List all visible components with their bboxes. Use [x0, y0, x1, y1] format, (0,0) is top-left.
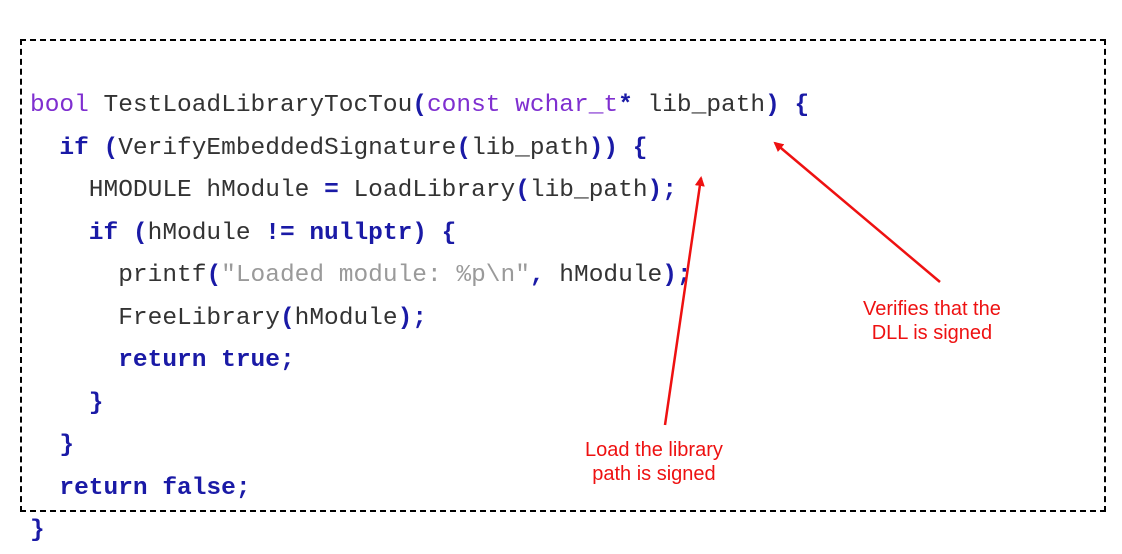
code-token: hModule [544, 262, 663, 289]
code-token: ( [515, 177, 530, 204]
code-token: )) [588, 134, 619, 162]
code-token: LoadLibrary [338, 177, 516, 204]
code-token: lib_path [471, 134, 589, 162]
code-token: printf [30, 262, 207, 289]
code-token: lib_path [529, 177, 648, 204]
annotation-load: Load the library path is signed [585, 438, 723, 486]
code-token: ; [279, 347, 295, 374]
annotation-verify: Verifies that the DLL is signed [863, 297, 1001, 345]
code-token: ( [88, 134, 119, 162]
code-token: return false [30, 474, 236, 502]
code-token: { [426, 219, 457, 247]
code-token: const wchar_t [426, 92, 619, 119]
code-token: bool [30, 92, 89, 119]
code-token: { [779, 92, 810, 119]
code-token: } [30, 432, 75, 459]
code-line-function-signature: bool TestLoadLibraryTocTou(const wchar_t… [30, 85, 809, 128]
code-token: != [265, 219, 295, 247]
annotation-verify-line1: Verifies that the [863, 298, 1001, 320]
code-token: ( [456, 134, 472, 162]
code-token: hModule [294, 304, 398, 332]
code-token: ); [647, 177, 677, 204]
annotation-verify-line2: DLL is signed [871, 322, 993, 344]
code-token: ); [397, 304, 427, 332]
code-token: return true [30, 347, 280, 374]
code-line-close-inner: } [30, 383, 809, 426]
code-line-return-true: return true; [30, 340, 809, 383]
code-token: if [30, 134, 89, 162]
code-line-printf: printf("Loaded module: %p\n", hModule); [30, 255, 809, 298]
code-token: } [30, 517, 45, 544]
code-token: * [618, 92, 633, 119]
code-token: if [30, 219, 119, 247]
code-token: = [324, 177, 339, 204]
code-token: lib_path [632, 92, 766, 119]
code-token: TestLoadLibraryTocTou [88, 92, 413, 119]
code-token: , [529, 262, 545, 289]
code-token: VerifyEmbeddedSignature [118, 134, 457, 162]
annotation-load-line1: Load the library [585, 439, 723, 461]
code-token: hModule [147, 219, 266, 247]
code-token: ); [662, 262, 692, 289]
code-line-load-library: HMODULE hModule = LoadLibrary(lib_path); [30, 170, 809, 213]
code-line-free-library: FreeLibrary(hModule); [30, 298, 809, 341]
code-string-literal: "Loaded module: %p\n" [221, 262, 530, 289]
code-token: ( [206, 262, 222, 289]
code-token: } [30, 389, 104, 417]
code-token: ( [412, 92, 427, 119]
code-token: ) [412, 219, 427, 247]
code-token: HMODULE hModule [30, 177, 325, 204]
code-line-close-function: } [30, 510, 809, 553]
annotation-load-line2: path is signed [592, 463, 716, 485]
code-token: nullptr [294, 219, 413, 247]
code-token: ( [118, 219, 148, 247]
code-token: FreeLibrary [30, 304, 280, 332]
code-token: { [618, 134, 648, 162]
code-line-null-check: if (hModule != nullptr) { [30, 213, 809, 256]
code-token: ; [235, 474, 251, 502]
code-token: ) [765, 92, 780, 119]
code-line-verify-check: if (VerifyEmbeddedSignature(lib_path)) { [30, 128, 809, 171]
code-token: ( [279, 304, 295, 332]
